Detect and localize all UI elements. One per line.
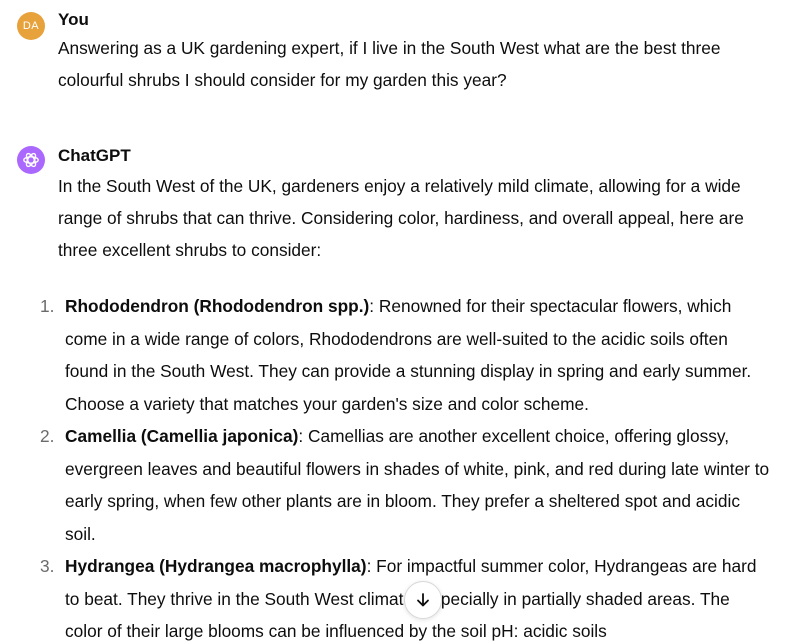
list-item: 3. Hydrangea (Hydrangea macrophylla): For… [0,550,800,642]
list-item-title: Rhododendron (Rhododendron spp.) [65,296,370,316]
user-author-label: You [58,10,89,29]
openai-logo-icon [23,152,39,168]
assistant-intro-text: In the South West of the UK, gardeners e… [58,176,744,260]
chatgpt-avatar [17,146,45,174]
shrub-list: 1. Rhododendron (Rhododendron spp.): Reno… [0,290,800,642]
scroll-to-bottom-button[interactable] [404,581,442,619]
list-item: 2. Camellia (Camellia japonica): Camellia… [0,420,800,550]
list-item-title: Camellia (Camellia japonica) [65,426,299,446]
arrow-down-icon [417,593,429,607]
chat-page: DA You Answering as a UK gardening exper… [0,0,800,642]
user-message-text: Answering as a UK gardening expert, if I… [58,38,721,90]
list-item: 1. Rhododendron (Rhododendron spp.): Reno… [0,290,800,420]
list-item-number: 3. [40,556,55,576]
list-item-number: 2. [40,426,55,446]
assistant-author-label: ChatGPT [58,146,131,165]
list-item-title: Hydrangea (Hydrangea macrophylla) [65,556,367,576]
user-avatar: DA [17,12,45,40]
list-item-number: 1. [40,296,55,316]
